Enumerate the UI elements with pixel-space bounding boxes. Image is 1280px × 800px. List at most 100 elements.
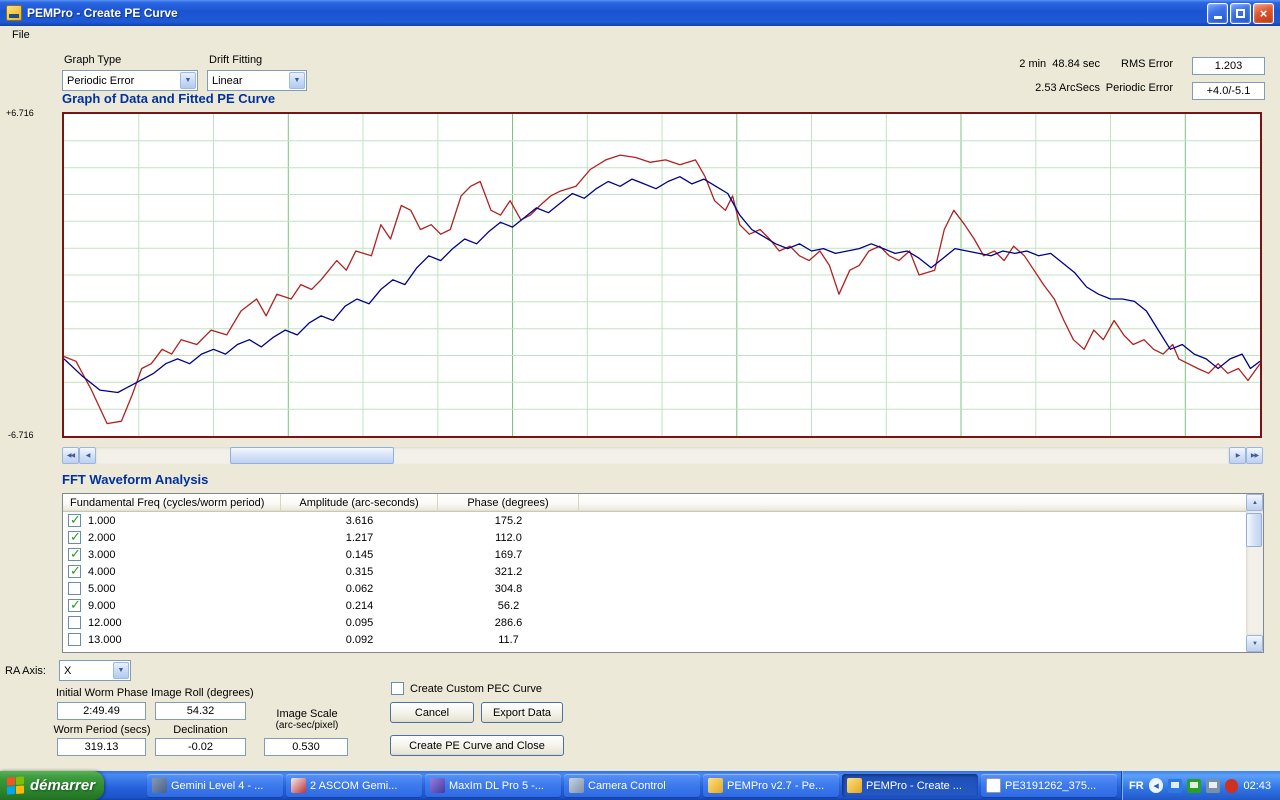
rms-error-label: RMS Error [1121,58,1173,70]
freq-value: 4.000 [88,565,116,578]
ascom-icon [291,778,306,793]
language-indicator[interactable]: FR [1129,780,1144,792]
table-row[interactable]: 4.000 0.315 321.2 [63,563,1263,580]
scrollbar-track[interactable] [1246,511,1263,635]
amplitude-value: 1.217 [345,531,374,544]
maxim-icon [430,778,445,793]
amplitude-value: 0.095 [345,616,374,629]
column-header-amplitude[interactable]: Amplitude (arc-seconds) [281,494,438,512]
minimize-button[interactable] [1207,2,1228,24]
worm-period-value: 319.13 [57,738,146,756]
close-button[interactable]: × [1253,2,1274,24]
scroll-far-right-button[interactable]: ▶▶ [1246,447,1263,464]
periodic-error-label: Periodic Error [1105,82,1173,94]
drift-fitting-select[interactable]: Linear ▼ [207,70,307,91]
create-custom-pec-checkbox[interactable] [391,682,404,695]
create-pe-curve-button[interactable]: Create PE Curve and Close [390,735,564,756]
phase-value: 56.2 [497,599,520,612]
scrollbar-thumb[interactable] [230,447,394,464]
fft-heading: FFT Waveform Analysis [62,472,209,487]
periodic-error-value: +4.0/-5.1 [1192,82,1265,100]
cancel-button[interactable]: Cancel [390,702,474,723]
table-row[interactable]: 13.000 0.092 11.7 [63,631,1263,648]
rms-error-value: 1.203 [1192,57,1265,75]
network-icon[interactable] [1187,778,1201,793]
pempro-icon [708,778,723,793]
image-scale-label: Image Scale [276,708,338,720]
fft-table: Fundamental Freq (cycles/worm period) Am… [62,493,1264,653]
amplitude-value: 3.616 [345,514,374,527]
table-row[interactable]: 5.000 0.062 304.8 [63,580,1263,597]
row-checkbox[interactable] [68,546,81,562]
security-icon[interactable] [1224,778,1239,793]
amplitude-arcsecs: 2.53 ArcSecs [1035,82,1100,94]
taskbar-item-ascom[interactable]: 2 ASCOM Gemi... [286,774,422,797]
image-scale-units-label: (arc-sec/pixel) [275,720,339,731]
taskbar: démarrer Gemini Level 4 - ... 2 ASCOM Ge… [0,771,1280,800]
table-row[interactable]: 3.000 0.145 169.7 [63,546,1263,563]
freq-value: 12.000 [88,616,122,629]
chevron-down-icon[interactable]: ▼ [180,72,196,89]
row-checkbox[interactable] [68,563,81,579]
y-axis-min-label: -6.716 [8,430,34,440]
row-checkbox[interactable] [68,512,81,528]
scroll-down-button[interactable]: ▼ [1246,635,1263,652]
taskbar-item-pempro-main[interactable]: PEMPro v2.7 - Pe... [703,774,839,797]
table-row[interactable]: 2.000 1.217 112.0 [63,529,1263,546]
maximize-button[interactable] [1230,2,1251,24]
export-data-button[interactable]: Export Data [481,702,563,723]
scrollbar-thumb[interactable] [1246,513,1262,547]
window-controls: × [1207,2,1274,24]
maximize-icon [1236,8,1245,18]
scroll-up-button[interactable]: ▲ [1246,494,1263,511]
windows-logo-icon [7,775,25,795]
taskbar-item-pe-file[interactable]: PE3191262_375... [981,774,1117,797]
taskbar-item-gemini[interactable]: Gemini Level 4 - ... [147,774,283,797]
graph-type-select[interactable]: Periodic Error ▼ [62,70,198,91]
taskbar-item-pempro-create[interactable]: PEMPro - Create ... [842,774,978,797]
scrollbar-track[interactable] [96,447,1229,464]
scroll-left-button[interactable]: ◀ [79,447,96,464]
freq-value: 2.000 [88,531,116,544]
display-icon[interactable] [1168,778,1183,793]
table-row[interactable]: 9.000 0.214 56.2 [63,597,1263,614]
volume-icon[interactable] [1205,778,1220,793]
start-button[interactable]: démarrer [0,771,104,800]
phase-value: 169.7 [494,548,523,561]
ra-axis-select[interactable]: X ▼ [59,660,131,681]
menu-file[interactable]: File [6,28,36,42]
row-checkbox[interactable] [68,633,81,646]
phase-value: 321.2 [494,565,523,578]
column-header-phase[interactable]: Phase (degrees) [438,494,579,512]
worm-period-label: Worm Period (secs) [53,724,151,736]
window-title: PEMPro - Create PE Curve [27,6,178,20]
chevron-down-icon[interactable]: ▼ [289,72,305,89]
row-checkbox[interactable] [68,597,81,613]
chart-canvas [64,114,1260,436]
hide-icons-chevron-icon[interactable]: ◀ [1148,778,1164,793]
chevron-down-icon[interactable]: ▼ [113,662,129,679]
scroll-right-button[interactable]: ▶ [1229,447,1246,464]
column-header-freq[interactable]: Fundamental Freq (cycles/worm period) [63,494,281,512]
row-checkbox[interactable] [68,616,81,629]
freq-value: 5.000 [88,582,116,595]
table-row[interactable]: 1.000 3.616 175.2 [63,512,1263,529]
camera-icon [569,778,584,793]
measurement-duration: 2 min 48.84 sec [1019,58,1100,70]
image-file-icon [986,778,1001,793]
taskbar-item-maxim[interactable]: MaxIm DL Pro 5 -... [425,774,561,797]
phase-value: 11.7 [498,633,519,646]
taskbar-item-camera-control[interactable]: Camera Control [564,774,700,797]
chart-horizontal-scrollbar: ◀◀ ◀ ▶ ▶▶ [62,447,1263,464]
row-checkbox[interactable] [68,582,81,595]
row-checkbox[interactable] [68,529,81,545]
menu-bar: File [0,26,1280,44]
table-row[interactable]: 12.000 0.095 286.6 [63,614,1263,631]
amplitude-value: 0.214 [345,599,374,612]
ra-axis-label: RA Axis: [5,665,46,677]
freq-value: 13.000 [88,633,122,646]
freq-value: 1.000 [88,514,116,527]
scroll-far-left-button[interactable]: ◀◀ [62,447,79,464]
pe-curve-chart [62,112,1262,438]
initial-worm-phase-label: Initial Worm Phase [55,687,149,699]
